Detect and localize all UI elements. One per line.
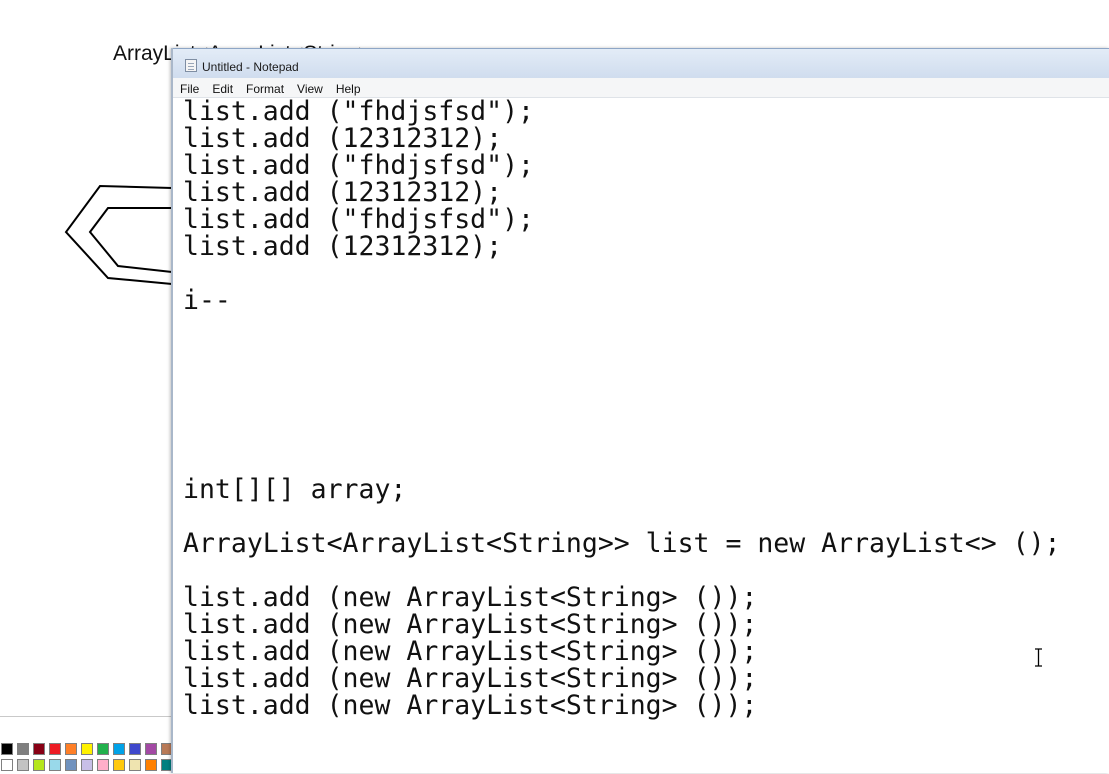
menu-format[interactable]: Format <box>239 80 290 99</box>
menu-help[interactable]: Help <box>329 80 367 99</box>
color-swatch[interactable] <box>113 759 125 771</box>
color-swatch[interactable] <box>129 743 141 755</box>
color-swatch[interactable] <box>49 759 61 771</box>
freehand-drawing <box>64 184 173 285</box>
color-swatch[interactable] <box>1 759 13 771</box>
title-bar[interactable]: Untitled - Notepad <box>173 48 1109 79</box>
editor-content[interactable]: list.add ("fhdjsfsd"); list.add (1231231… <box>183 98 1061 719</box>
color-swatch[interactable] <box>49 743 61 755</box>
color-palette <box>0 716 174 774</box>
color-swatch[interactable] <box>145 759 157 771</box>
color-swatch[interactable] <box>145 743 157 755</box>
color-swatch[interactable] <box>17 743 29 755</box>
color-swatch[interactable] <box>33 743 45 755</box>
window-title: Untitled - Notepad <box>202 60 299 74</box>
color-swatch[interactable] <box>65 759 77 771</box>
color-swatch[interactable] <box>1 743 13 755</box>
menu-bar: File Edit Format View Help <box>173 78 1109 98</box>
notepad-icon <box>185 59 197 72</box>
color-swatch[interactable] <box>97 759 109 771</box>
text-editor[interactable]: list.add ("fhdjsfsd"); list.add (1231231… <box>173 98 1109 773</box>
color-swatch[interactable] <box>33 759 45 771</box>
menu-file[interactable]: File <box>173 80 205 99</box>
color-swatch[interactable] <box>97 743 109 755</box>
color-swatch[interactable] <box>113 743 125 755</box>
color-swatch[interactable] <box>129 759 141 771</box>
notepad-window: Untitled - Notepad File Edit Format View Hel… <box>171 48 1109 773</box>
color-swatch[interactable] <box>81 743 93 755</box>
menu-edit[interactable]: Edit <box>205 80 239 99</box>
text-cursor-icon <box>1035 648 1042 667</box>
color-swatch[interactable] <box>17 759 29 771</box>
color-swatch[interactable] <box>81 759 93 771</box>
menu-view[interactable]: View <box>290 80 329 99</box>
color-swatch[interactable] <box>65 743 77 755</box>
